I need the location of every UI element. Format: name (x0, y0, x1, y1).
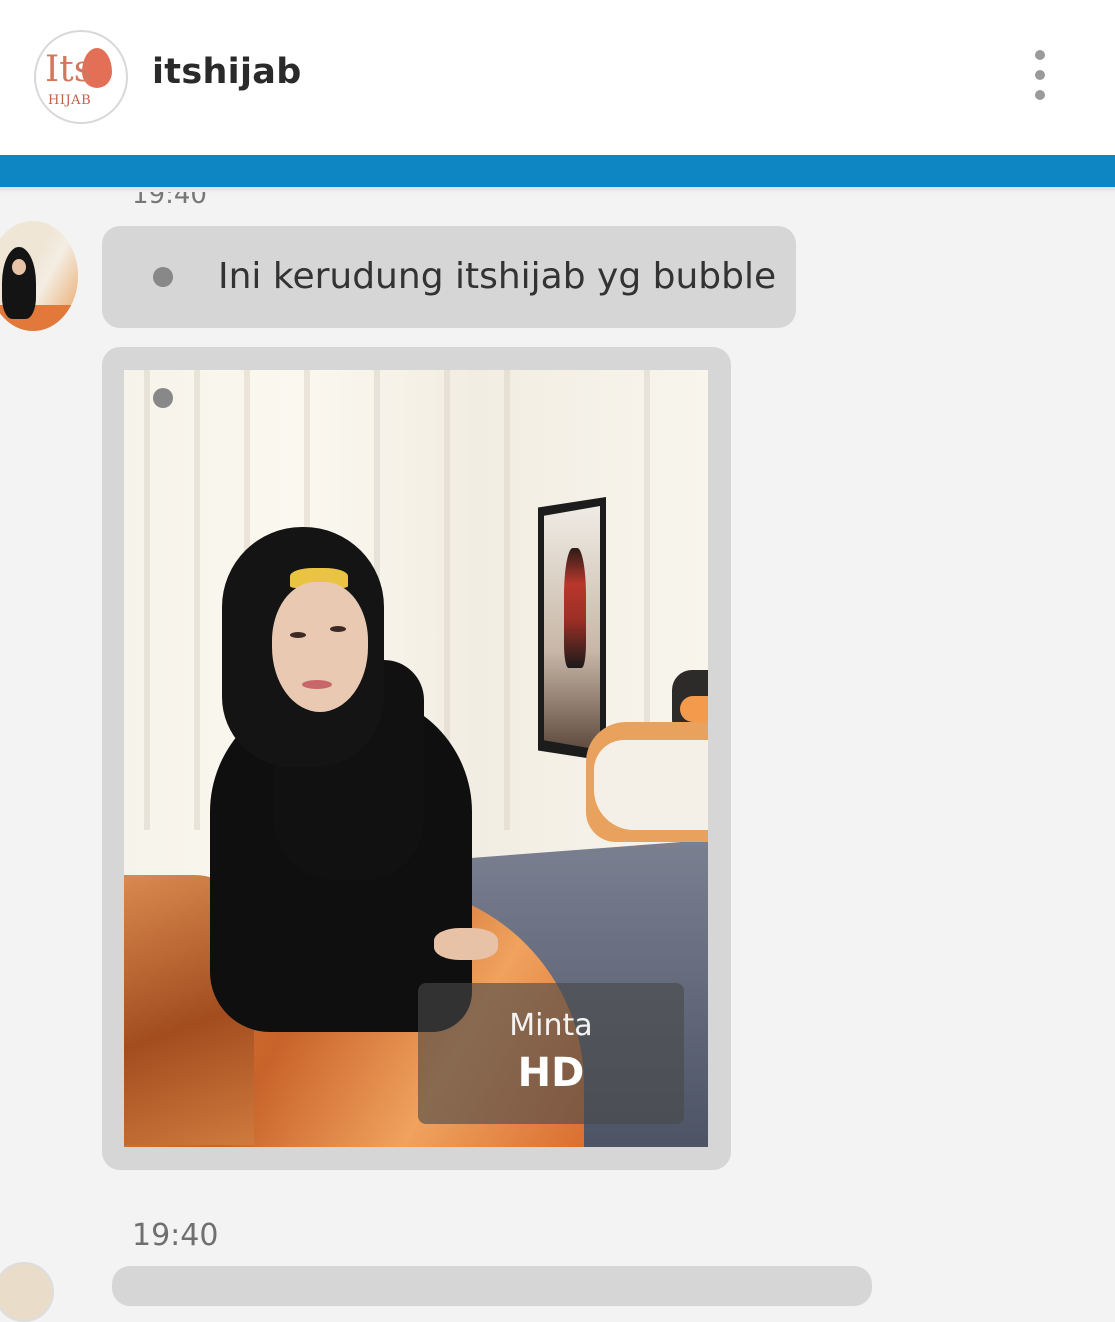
avatar-figure (2, 247, 36, 319)
curtain-fold (194, 370, 200, 830)
logo-subtext: HIJAB (48, 93, 92, 108)
sender-avatar[interactable] (0, 221, 78, 331)
request-hd-label: Minta (509, 1008, 593, 1043)
menu-dot (1035, 70, 1045, 80)
menu-dot (1035, 50, 1045, 60)
avatar-face (12, 259, 26, 275)
menu-dot (1035, 90, 1045, 100)
hd-label: HD (517, 1050, 585, 1096)
curtain-fold (504, 370, 510, 830)
cushion (680, 696, 708, 722)
mirror-reflection (564, 548, 586, 668)
face (272, 582, 368, 712)
chat-header: Its HIJAB itshijab (0, 0, 1115, 155)
profile-logo[interactable]: Its HIJAB (34, 30, 128, 124)
bullet-dot (153, 267, 173, 287)
accent-bar (0, 155, 1115, 187)
more-vertical-icon[interactable] (1025, 48, 1055, 104)
sofa-seat (594, 740, 708, 830)
hand (434, 928, 498, 960)
next-message-bubble[interactable] (112, 1266, 872, 1306)
eye (330, 626, 346, 632)
logo-text: Its (45, 49, 93, 90)
lips (302, 680, 332, 689)
message-text: Ini kerudung itshijab yg bubble (218, 256, 777, 297)
curtain-fold (144, 370, 150, 830)
message-timestamp: 19:40 (132, 1218, 219, 1253)
chat-title[interactable]: itshijab (152, 52, 302, 92)
eye (290, 632, 306, 638)
bullet-dot (153, 388, 173, 408)
previous-timestamp: 19:40 (132, 192, 207, 208)
next-sender-avatar[interactable] (0, 1262, 54, 1322)
